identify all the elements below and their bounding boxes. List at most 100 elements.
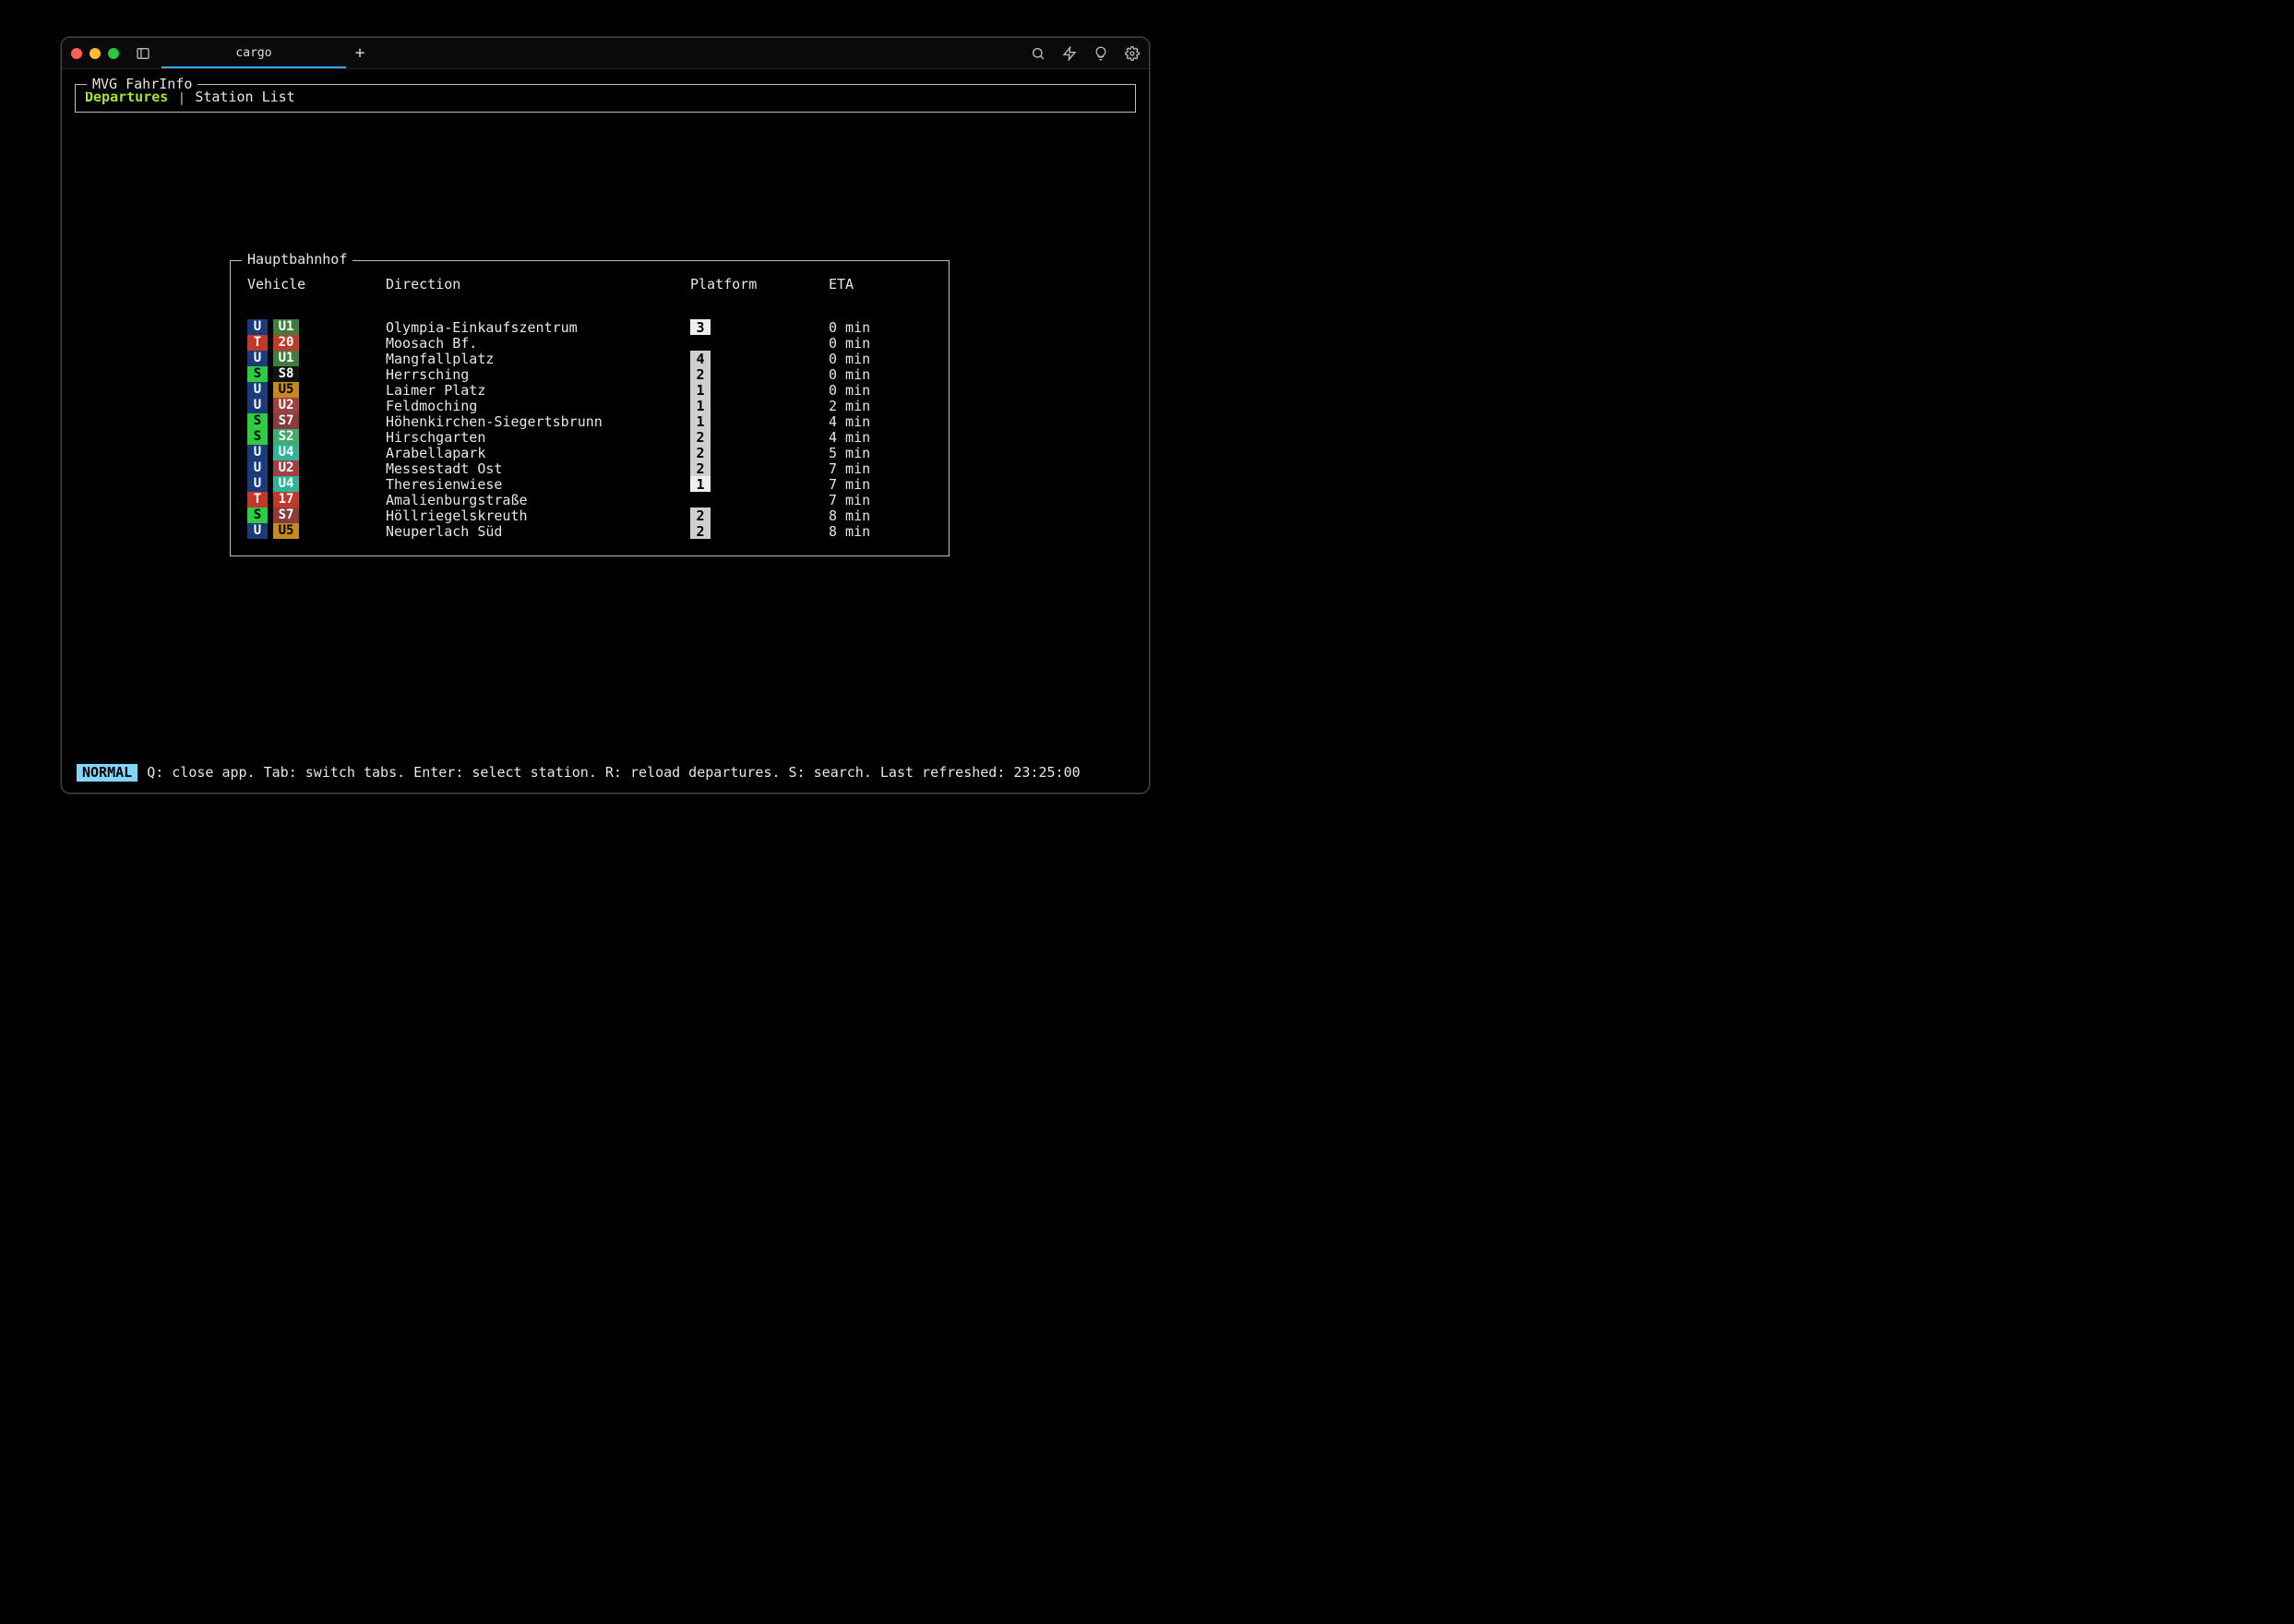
line-badge: U4	[273, 445, 299, 460]
traffic-lights	[71, 48, 119, 59]
app-header-panel: MVG FahrInfo Departures|Station List	[75, 84, 1136, 113]
window-maximize-button[interactable]	[108, 48, 119, 59]
direction-cell: Moosach Bf.	[386, 335, 690, 352]
departure-row[interactable]: SS7Höhenkirchen-Siegertsbrunn1 4 min	[247, 413, 932, 429]
departure-row[interactable]: UU5Neuperlach Süd28 min	[247, 523, 932, 539]
departure-row[interactable]: UU1Olympia-Einkaufszentrum30 min	[247, 319, 932, 335]
platform-chip: 1	[690, 476, 711, 492]
departures-area: Hauptbahnhof Vehicle Direction Platform …	[73, 113, 1138, 759]
departure-row[interactable]: UU1Mangfallplatz40 min	[247, 351, 932, 366]
platform-chip: 1	[690, 398, 711, 413]
departure-row[interactable]: SS2Hirschgarten24 min	[247, 429, 932, 445]
vehicle-type-badge: U	[247, 460, 268, 476]
vehicle-type-badge: U	[247, 523, 268, 539]
direction-cell: Höllriegelskreuth	[386, 508, 690, 525]
new-tab-button[interactable]: +	[346, 38, 374, 68]
departure-row[interactable]: UU5Laimer Platz10 min	[247, 382, 932, 398]
vehicle-type-badge: U	[247, 476, 268, 492]
bolt-icon[interactable]	[1062, 46, 1077, 61]
terminal-tab-label: cargo	[235, 46, 271, 60]
direction-cell: Hirschgarten	[386, 429, 690, 447]
departures-header-row: Vehicle Direction Platform ETA	[247, 276, 932, 293]
status-help-text: Q: close app. Tab: switch tabs. Enter: s…	[147, 764, 1080, 782]
vehicle-type-badge: U	[247, 398, 268, 413]
direction-cell: Messestadt Ost	[386, 460, 690, 478]
col-header-direction: Direction	[386, 276, 690, 293]
vehicle-type-badge: S	[247, 413, 268, 429]
platform-chip: 2	[690, 523, 711, 539]
departure-row[interactable]: T17Amalienburgstraße7 min	[247, 492, 932, 508]
departure-row[interactable]: UU2Feldmoching1 2 min	[247, 398, 932, 413]
direction-cell: Arabellapark	[386, 445, 690, 462]
vehicle-cell: SS7	[247, 413, 386, 429]
app-nav-tabs: Departures|Station List	[85, 89, 1126, 106]
vehicle-type-badge: U	[247, 382, 268, 398]
col-header-eta: ETA	[829, 276, 854, 293]
line-badge: U1	[273, 351, 299, 366]
col-header-vehicle: Vehicle	[247, 276, 386, 293]
terminal-tab[interactable]: cargo	[161, 38, 346, 68]
sidebar-toggle-icon[interactable]	[136, 46, 150, 61]
platform-cell: 2	[690, 445, 711, 462]
vehicle-type-badge: S	[247, 366, 268, 382]
line-badge: U4	[273, 476, 299, 492]
vehicle-cell: SS2	[247, 429, 386, 445]
vehicle-cell: S S7	[247, 508, 386, 523]
line-badge: S2	[273, 429, 299, 445]
search-icon[interactable]	[1031, 46, 1045, 61]
platform-cell: 2	[690, 366, 711, 384]
platform-chip: 2	[690, 429, 711, 445]
vehicle-cell: T17	[247, 492, 386, 508]
platform-chip: 1	[690, 413, 711, 429]
platform-cell: 1	[690, 476, 711, 494]
eta-cell: 0 min	[829, 382, 870, 400]
eta-cell: 0 min	[829, 366, 870, 384]
gear-icon[interactable]	[1125, 46, 1140, 61]
departures-rows: UU1Olympia-Einkaufszentrum30 minT20Moosa…	[247, 319, 932, 539]
nav-tab[interactable]: Station List	[195, 89, 294, 106]
departure-row[interactable]: U U4 Arabellapark2 5 min	[247, 445, 932, 460]
line-badge: 20	[273, 335, 299, 351]
departure-row[interactable]: UU2Messestadt Ost27 min	[247, 460, 932, 476]
eta-cell: 2 min	[829, 398, 870, 415]
window-titlebar: cargo +	[62, 38, 1149, 69]
vehicle-type-badge: S	[247, 508, 268, 523]
vehicle-type-badge: U	[247, 445, 268, 460]
vehicle-cell: U U5	[247, 523, 386, 539]
vehicle-cell: U U1	[247, 319, 386, 335]
platform-cell: 3	[690, 319, 711, 337]
eta-cell: 0 min	[829, 335, 870, 352]
vehicle-cell: UU1	[247, 351, 386, 366]
departure-row[interactable]: SS8Herrsching20 min	[247, 366, 932, 382]
line-badge: U1	[273, 319, 299, 335]
direction-cell: Feldmoching	[386, 398, 690, 415]
vehicle-type-badge: T	[247, 492, 268, 508]
window-minimize-button[interactable]	[90, 48, 101, 59]
platform-chip: 1	[690, 382, 711, 398]
line-badge: U5	[273, 523, 299, 539]
window-close-button[interactable]	[71, 48, 82, 59]
terminal-window: cargo +	[61, 37, 1150, 794]
line-badge: S7	[273, 508, 299, 523]
platform-cell: 1	[690, 413, 711, 431]
departure-row[interactable]: UU4Theresienwiese17 min	[247, 476, 932, 492]
departure-row[interactable]: T20Moosach Bf. 0 min	[247, 335, 932, 351]
platform-cell: 4	[690, 351, 711, 368]
lightbulb-icon[interactable]	[1093, 46, 1108, 61]
vehicle-type-badge: U	[247, 319, 268, 335]
eta-cell: 5 min	[829, 445, 870, 462]
terminal-body: MVG FahrInfo Departures|Station List Hau…	[62, 69, 1149, 793]
vehicle-cell: T20	[247, 335, 386, 351]
departure-row[interactable]: SS7Höllriegelskreuth28 min	[247, 508, 932, 523]
platform-chip: 4	[690, 351, 711, 366]
vehicle-cell: UU2	[247, 398, 386, 413]
direction-cell: Höhenkirchen-Siegertsbrunn	[386, 413, 690, 431]
eta-cell: 7 min	[829, 460, 870, 478]
platform-chip: 2	[690, 460, 711, 476]
platform-cell: 2	[690, 460, 711, 478]
plus-icon: +	[355, 43, 365, 63]
eta-cell: 4 min	[829, 413, 870, 431]
direction-cell: Laimer Platz	[386, 382, 690, 400]
platform-cell: 1	[690, 398, 711, 415]
titlebar-actions	[1031, 46, 1140, 61]
